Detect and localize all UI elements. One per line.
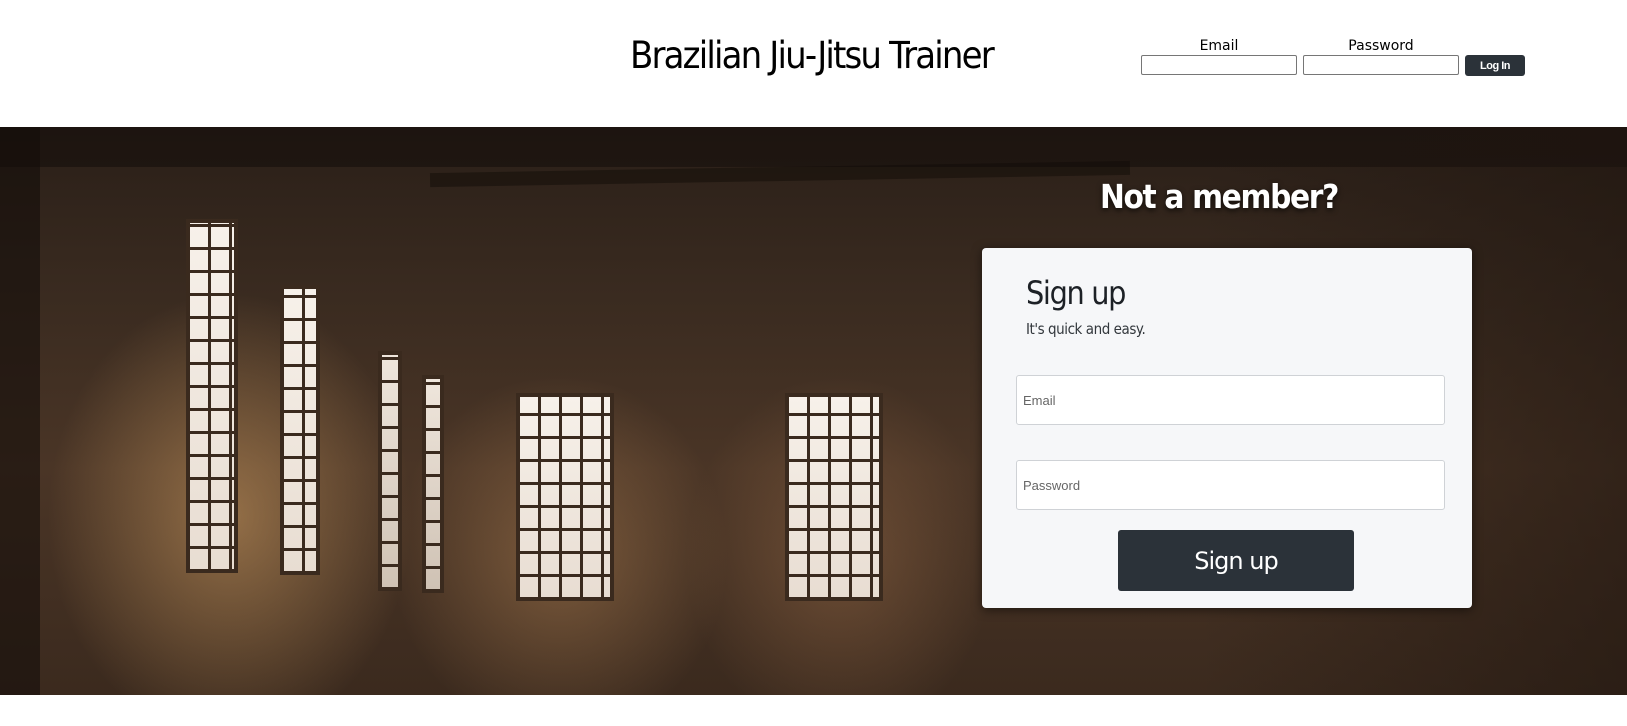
not-a-member-heading: Not a member? [1100,177,1339,216]
signup-email-input[interactable] [1016,375,1445,425]
left-pillar [0,127,40,695]
header-password-label: Password [1348,38,1414,54]
warehouse-window [785,393,883,601]
signup-password-input[interactable] [1016,460,1445,510]
warehouse-window [280,285,320,575]
header-email-input[interactable] [1141,55,1297,75]
header-password-input[interactable] [1303,55,1459,75]
header-email-group: Email [1141,37,1297,75]
signup-card: Sign up It's quick and easy. Sign up [982,248,1472,608]
signup-subtitle: It's quick and easy. [1026,320,1146,338]
signup-title: Sign up [1026,274,1126,312]
warehouse-window [422,375,444,593]
warehouse-window [516,393,614,601]
site-title: Brazilian Jiu-Jitsu Trainer [630,34,995,77]
header-email-label: Email [1199,38,1239,54]
signup-button[interactable]: Sign up [1118,530,1354,591]
site-header: Brazilian Jiu-Jitsu Trainer Email Passwo… [0,0,1627,127]
warehouse-window [186,219,238,573]
footer-strip [0,695,1627,726]
header-password-group: Password [1303,37,1459,75]
login-button[interactable]: Log In [1465,55,1525,76]
warehouse-window [378,351,402,591]
